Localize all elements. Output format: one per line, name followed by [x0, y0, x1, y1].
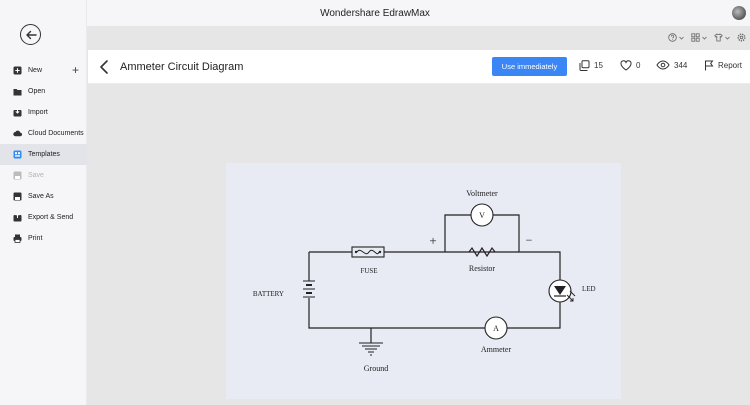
use-immediately-button[interactable]: Use immediately [492, 57, 567, 76]
report-label: Report [718, 61, 743, 70]
ground-symbol [359, 342, 383, 356]
skin-menu[interactable] [714, 33, 730, 42]
sidebar-item-import[interactable]: Import [0, 102, 87, 123]
back-button[interactable] [20, 24, 41, 45]
voltmeter-symbol-label: V [479, 211, 485, 220]
copies-stat[interactable]: 15 [579, 60, 603, 71]
chevron-down-icon [679, 36, 684, 40]
shirt-icon [714, 33, 723, 42]
sidebar-item-label: Save [28, 172, 44, 179]
toolbar-icons [668, 33, 746, 42]
title-bar: Wondershare EdrawMax [0, 0, 750, 26]
copy-icon [579, 60, 590, 71]
print-icon [13, 234, 22, 243]
sidebar: New + Open Import Cloud Documents Templa… [0, 0, 87, 405]
import-icon [13, 108, 22, 117]
eye-icon [656, 60, 670, 70]
template-preview-canvas: Voltmeter V + − FUSE Resistor BATTERY LE… [88, 84, 750, 405]
resistor-label: Resistor [469, 264, 496, 273]
sidebar-item-templates[interactable]: Templates [0, 144, 87, 165]
sidebar-item-open[interactable]: Open [0, 81, 87, 102]
save-as-icon [13, 192, 22, 201]
save-icon [13, 171, 22, 180]
views-stat: 344 [656, 60, 687, 70]
sidebar-item-label: Import [28, 109, 48, 116]
sidebar-item-label: Open [28, 88, 46, 95]
chevron-down-icon [702, 36, 707, 40]
battery-symbol [303, 280, 315, 298]
sidebar-item-new[interactable]: New + [0, 60, 87, 81]
copies-count: 15 [594, 61, 603, 70]
sidebar-item-label: Cloud Documents [28, 130, 84, 137]
page-title: Ammeter Circuit Diagram [120, 61, 244, 73]
sidebar-item-export-send[interactable]: Export & Send [0, 207, 87, 228]
sidebar-item-save-as[interactable]: Save As [0, 186, 87, 207]
wire-bottom [308, 298, 485, 329]
fuse-symbol [351, 246, 385, 258]
templates-icon [13, 150, 22, 159]
sidebar-item-label: Print [28, 235, 43, 242]
folder-icon [13, 87, 22, 96]
chevron-down-icon [725, 36, 730, 40]
plus-label: + [429, 233, 436, 248]
apps-menu[interactable] [691, 33, 707, 42]
report-button[interactable]: Report [704, 60, 742, 71]
circuit-diagram-preview: Voltmeter V + − FUSE Resistor BATTERY LE… [226, 163, 621, 399]
voltmeter-label: Voltmeter [466, 189, 498, 198]
avatar[interactable] [732, 6, 746, 20]
plus-square-icon [13, 66, 22, 75]
app-title: Wondershare EdrawMax [320, 8, 430, 19]
heart-icon [620, 60, 632, 71]
fuse-label: FUSE [360, 267, 377, 275]
sidebar-item-save[interactable]: Save [0, 165, 87, 186]
ammeter-symbol-label: A [493, 324, 499, 333]
ammeter-label: Ammeter [481, 345, 512, 354]
help-icon [668, 33, 677, 42]
sidebar-menu: New + Open Import Cloud Documents Templa… [0, 60, 87, 249]
export-icon [13, 213, 22, 222]
likes-stat[interactable]: 0 [620, 60, 640, 71]
circuit-diagram: Voltmeter V + − FUSE Resistor BATTERY LE… [253, 189, 596, 373]
wire-right-bottom [507, 302, 561, 329]
views-count: 344 [674, 60, 688, 70]
likes-count: 0 [636, 61, 641, 70]
sidebar-item-print[interactable]: Print [0, 228, 87, 249]
settings-button[interactable] [737, 33, 746, 42]
sidebar-item-label: New [28, 67, 43, 74]
battery-label: BATTERY [253, 290, 284, 298]
arrow-left-icon [25, 30, 37, 39]
help-menu[interactable] [668, 33, 684, 42]
sidebar-item-cloud-documents[interactable]: Cloud Documents [0, 123, 87, 144]
led-label: LED [582, 285, 596, 293]
new-plus-button[interactable]: + [72, 63, 79, 77]
back-chevron-icon[interactable] [98, 59, 110, 75]
gear-icon [737, 33, 746, 42]
sidebar-item-label: Save As [28, 193, 54, 200]
ground-label: Ground [364, 364, 388, 373]
grid-icon [691, 33, 700, 42]
led-symbol [548, 279, 576, 303]
minus-label: − [526, 233, 533, 247]
sidebar-item-label: Export & Send [28, 214, 74, 221]
sidebar-item-label: Templates [28, 151, 60, 158]
flag-icon [705, 60, 714, 71]
template-header: Ammeter Circuit Diagram Use immediately … [88, 50, 750, 84]
cloud-icon [13, 129, 22, 138]
